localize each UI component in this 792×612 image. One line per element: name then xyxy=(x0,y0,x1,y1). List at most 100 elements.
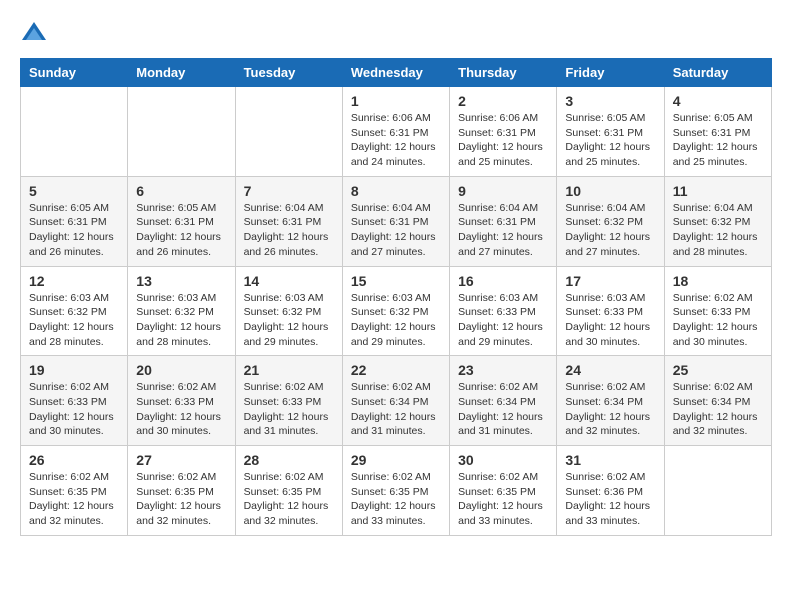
day-info: Sunrise: 6:04 AM Sunset: 6:32 PM Dayligh… xyxy=(565,201,655,260)
calendar-cell: 2 Sunrise: 6:06 AM Sunset: 6:31 PM Daylig… xyxy=(450,87,557,177)
day-number: 4 xyxy=(673,93,763,109)
calendar-cell: 25 Sunrise: 6:02 AM Sunset: 6:34 PM Dayli… xyxy=(664,356,771,446)
day-number: 25 xyxy=(673,362,763,378)
calendar-cell: 16 Sunrise: 6:03 AM Sunset: 6:33 PM Dayli… xyxy=(450,266,557,356)
calendar-header-row: SundayMondayTuesdayWednesdayThursdayFrid… xyxy=(21,59,772,87)
day-info: Sunrise: 6:04 AM Sunset: 6:32 PM Dayligh… xyxy=(673,201,763,260)
day-header-wednesday: Wednesday xyxy=(342,59,449,87)
calendar-cell xyxy=(235,87,342,177)
day-info: Sunrise: 6:03 AM Sunset: 6:32 PM Dayligh… xyxy=(351,291,441,350)
calendar-cell: 4Sunrise: 6:05 AM Sunset: 6:31 PM Daylig… xyxy=(664,87,771,177)
calendar-cell: 19 Sunrise: 6:02 AM Sunset: 6:33 PM Dayli… xyxy=(21,356,128,446)
calendar-cell: 1 Sunrise: 6:06 AM Sunset: 6:31 PM Daylig… xyxy=(342,87,449,177)
day-number: 18 xyxy=(673,273,763,289)
day-header-thursday: Thursday xyxy=(450,59,557,87)
day-info: Sunrise: 6:02 AM Sunset: 6:33 PM Dayligh… xyxy=(244,380,334,439)
day-info: Sunrise: 6:06 AM Sunset: 6:31 PM Dayligh… xyxy=(351,111,441,170)
day-info: Sunrise: 6:02 AM Sunset: 6:35 PM Dayligh… xyxy=(29,470,119,529)
day-number: 14 xyxy=(244,273,334,289)
calendar-table: SundayMondayTuesdayWednesdayThursdayFrid… xyxy=(20,58,772,536)
day-number: 24 xyxy=(565,362,655,378)
calendar-week-row: 26 Sunrise: 6:02 AM Sunset: 6:35 PM Dayli… xyxy=(21,446,772,536)
day-info: Sunrise: 6:02 AM Sunset: 6:34 PM Dayligh… xyxy=(565,380,655,439)
calendar-cell: 8 Sunrise: 6:04 AM Sunset: 6:31 PM Daylig… xyxy=(342,176,449,266)
day-info: Sunrise: 6:04 AM Sunset: 6:31 PM Dayligh… xyxy=(458,201,548,260)
day-number: 26 xyxy=(29,452,119,468)
day-info: Sunrise: 6:02 AM Sunset: 6:35 PM Dayligh… xyxy=(458,470,548,529)
calendar-cell: 28 Sunrise: 6:02 AM Sunset: 6:35 PM Dayli… xyxy=(235,446,342,536)
calendar-cell: 23 Sunrise: 6:02 AM Sunset: 6:34 PM Dayli… xyxy=(450,356,557,446)
day-number: 22 xyxy=(351,362,441,378)
day-info: Sunrise: 6:02 AM Sunset: 6:36 PM Dayligh… xyxy=(565,470,655,529)
calendar-cell: 10 Sunrise: 6:04 AM Sunset: 6:32 PM Dayli… xyxy=(557,176,664,266)
day-number: 30 xyxy=(458,452,548,468)
day-header-saturday: Saturday xyxy=(664,59,771,87)
calendar-cell: 17 Sunrise: 6:03 AM Sunset: 6:33 PM Dayli… xyxy=(557,266,664,356)
calendar-cell: 3 Sunrise: 6:05 AM Sunset: 6:31 PM Daylig… xyxy=(557,87,664,177)
calendar-cell: 26 Sunrise: 6:02 AM Sunset: 6:35 PM Dayli… xyxy=(21,446,128,536)
day-info: Sunrise: 6:02 AM Sunset: 6:34 PM Dayligh… xyxy=(673,380,763,439)
day-number: 11 xyxy=(673,183,763,199)
logo-icon xyxy=(20,20,48,48)
calendar-cell: 30 Sunrise: 6:02 AM Sunset: 6:35 PM Dayli… xyxy=(450,446,557,536)
day-header-monday: Monday xyxy=(128,59,235,87)
day-number: 5 xyxy=(29,183,119,199)
day-info: Sunrise: 6:02 AM Sunset: 6:33 PM Dayligh… xyxy=(136,380,226,439)
calendar-cell: 12 Sunrise: 6:03 AM Sunset: 6:32 PM Dayli… xyxy=(21,266,128,356)
day-number: 13 xyxy=(136,273,226,289)
calendar-cell: 13 Sunrise: 6:03 AM Sunset: 6:32 PM Dayli… xyxy=(128,266,235,356)
calendar-cell: 18 Sunrise: 6:02 AM Sunset: 6:33 PM Dayli… xyxy=(664,266,771,356)
day-number: 28 xyxy=(244,452,334,468)
day-info: Sunrise: 6:05 AM Sunset: 6:31 PM Dayligh… xyxy=(29,201,119,260)
day-info: Sunrise: 6:03 AM Sunset: 6:32 PM Dayligh… xyxy=(244,291,334,350)
day-number: 17 xyxy=(565,273,655,289)
day-number: 8 xyxy=(351,183,441,199)
calendar-cell: 11 Sunrise: 6:04 AM Sunset: 6:32 PM Dayli… xyxy=(664,176,771,266)
calendar-cell: 20 Sunrise: 6:02 AM Sunset: 6:33 PM Dayli… xyxy=(128,356,235,446)
calendar-cell xyxy=(21,87,128,177)
day-info: Sunrise: 6:03 AM Sunset: 6:33 PM Dayligh… xyxy=(565,291,655,350)
day-number: 31 xyxy=(565,452,655,468)
day-info: Sunrise: 6:02 AM Sunset: 6:35 PM Dayligh… xyxy=(244,470,334,529)
day-number: 1 xyxy=(351,93,441,109)
day-info: Sunrise: 6:04 AM Sunset: 6:31 PM Dayligh… xyxy=(244,201,334,260)
day-header-friday: Friday xyxy=(557,59,664,87)
day-number: 2 xyxy=(458,93,548,109)
calendar-cell: 6Sunrise: 6:05 AM Sunset: 6:31 PM Daylig… xyxy=(128,176,235,266)
day-number: 27 xyxy=(136,452,226,468)
calendar-cell xyxy=(128,87,235,177)
calendar-week-row: 19 Sunrise: 6:02 AM Sunset: 6:33 PM Dayli… xyxy=(21,356,772,446)
calendar-cell: 15 Sunrise: 6:03 AM Sunset: 6:32 PM Dayli… xyxy=(342,266,449,356)
day-number: 15 xyxy=(351,273,441,289)
day-info: Sunrise: 6:02 AM Sunset: 6:34 PM Dayligh… xyxy=(351,380,441,439)
day-number: 9 xyxy=(458,183,548,199)
day-number: 10 xyxy=(565,183,655,199)
day-info: Sunrise: 6:03 AM Sunset: 6:32 PM Dayligh… xyxy=(29,291,119,350)
day-number: 23 xyxy=(458,362,548,378)
day-info: Sunrise: 6:06 AM Sunset: 6:31 PM Dayligh… xyxy=(458,111,548,170)
calendar-week-row: 12 Sunrise: 6:03 AM Sunset: 6:32 PM Dayli… xyxy=(21,266,772,356)
day-info: Sunrise: 6:03 AM Sunset: 6:33 PM Dayligh… xyxy=(458,291,548,350)
day-header-tuesday: Tuesday xyxy=(235,59,342,87)
day-info: Sunrise: 6:02 AM Sunset: 6:33 PM Dayligh… xyxy=(29,380,119,439)
day-number: 3 xyxy=(565,93,655,109)
day-info: Sunrise: 6:02 AM Sunset: 6:34 PM Dayligh… xyxy=(458,380,548,439)
calendar-cell: 27Sunrise: 6:02 AM Sunset: 6:35 PM Dayli… xyxy=(128,446,235,536)
day-number: 19 xyxy=(29,362,119,378)
calendar-cell: 9 Sunrise: 6:04 AM Sunset: 6:31 PM Daylig… xyxy=(450,176,557,266)
day-number: 12 xyxy=(29,273,119,289)
calendar-cell: 31 Sunrise: 6:02 AM Sunset: 6:36 PM Dayli… xyxy=(557,446,664,536)
calendar-cell: 14 Sunrise: 6:03 AM Sunset: 6:32 PM Dayli… xyxy=(235,266,342,356)
day-info: Sunrise: 6:04 AM Sunset: 6:31 PM Dayligh… xyxy=(351,201,441,260)
day-number: 20 xyxy=(136,362,226,378)
calendar-cell: 29Sunrise: 6:02 AM Sunset: 6:35 PM Dayli… xyxy=(342,446,449,536)
calendar-cell: 7 Sunrise: 6:04 AM Sunset: 6:31 PM Daylig… xyxy=(235,176,342,266)
day-info: Sunrise: 6:03 AM Sunset: 6:32 PM Dayligh… xyxy=(136,291,226,350)
day-number: 21 xyxy=(244,362,334,378)
day-info: Sunrise: 6:05 AM Sunset: 6:31 PM Dayligh… xyxy=(136,201,226,260)
day-number: 7 xyxy=(244,183,334,199)
calendar-week-row: 5 Sunrise: 6:05 AM Sunset: 6:31 PM Daylig… xyxy=(21,176,772,266)
day-info: Sunrise: 6:02 AM Sunset: 6:33 PM Dayligh… xyxy=(673,291,763,350)
day-info: Sunrise: 6:05 AM Sunset: 6:31 PM Dayligh… xyxy=(565,111,655,170)
day-number: 16 xyxy=(458,273,548,289)
